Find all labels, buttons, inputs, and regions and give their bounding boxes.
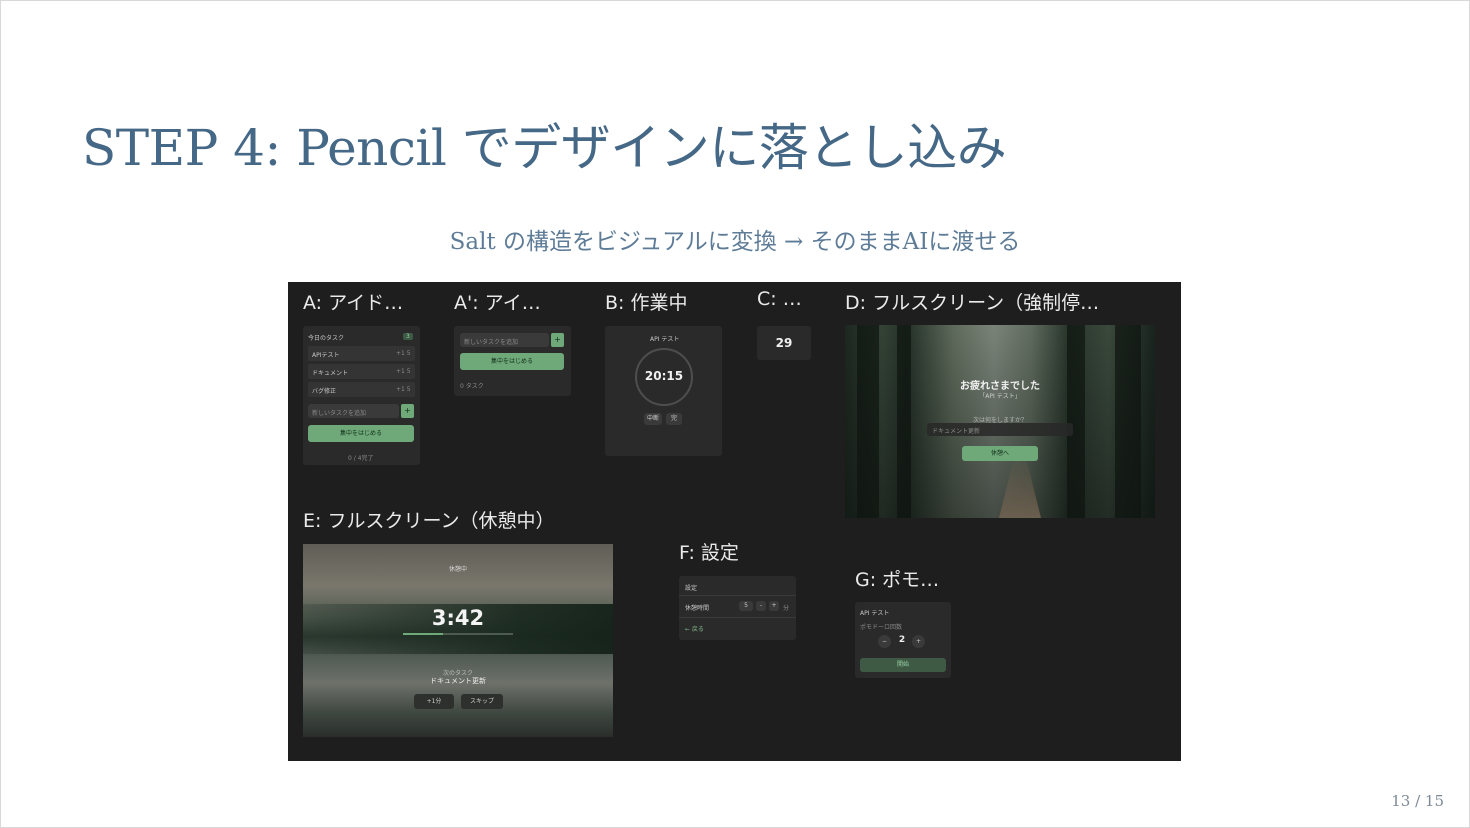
mini-timer-value: 29 (775, 336, 793, 350)
frame-a-card[interactable]: 今日のタスク 3 APIテスト +1 5 ドキュメント +1 5 バグ修正 +1… (303, 326, 420, 465)
divider (679, 617, 796, 618)
current-task-name: API テスト (650, 336, 680, 343)
completion-text: 0 / 4完了 (348, 455, 374, 462)
lake-background-image: 休憩中 3:42 次のタスク ドキュメント更新 +1分 スキップ (303, 544, 613, 737)
next-task-placeholder: ドキュメント更新 (932, 428, 981, 435)
stepper-increment[interactable]: + (769, 601, 779, 611)
task-count-text: 0 タスク (460, 383, 484, 390)
start-focus-button[interactable]: 集中をはじめる (460, 353, 564, 370)
break-status: 休憩中 (448, 566, 467, 573)
frame-g-label: G: ポモ… (855, 569, 940, 591)
task-count-badge: 3 (403, 333, 413, 340)
frame-a-label: A: アイド… (303, 292, 404, 314)
back-link[interactable]: ← 戻る (685, 624, 704, 633)
design-canvas: A: アイド… 今日のタスク 3 APIテスト +1 5 ドキュメント +1 5… (288, 282, 1181, 761)
slide-subtitle: Salt の構造をビジュアルに変換 → そのままAIに渡せる (449, 229, 1021, 255)
unit-label: 分 (783, 605, 790, 612)
task-meta: +1 5 (396, 386, 411, 393)
task-list-header: 今日のタスク (308, 335, 345, 342)
skip-button[interactable]: スキップ (461, 694, 503, 709)
break-timer: 3:42 (431, 606, 485, 630)
add-task-button[interactable]: + (551, 333, 564, 347)
task-name: バグ修正 (312, 388, 337, 395)
new-task-input[interactable]: 新しいタスクを追加 (308, 404, 399, 418)
start-focus-button[interactable]: 集中をはじめる (308, 425, 414, 442)
pomodoro-count-value: 2 (898, 635, 906, 645)
count-decrement[interactable]: − (878, 635, 891, 648)
start-pomodoro-button[interactable]: 開始 (860, 658, 946, 672)
task-name: APIテスト (312, 352, 340, 359)
go-to-break-button[interactable]: 休憩へ (962, 446, 1038, 461)
divider (679, 595, 796, 596)
next-task-input[interactable]: ドキュメント更新 (927, 423, 1073, 436)
pomodoro-count-label: ポモドーロ回数 (860, 624, 903, 631)
forest-background-image: お疲れさまでした 「API テスト」 次は何をしますか？ ドキュメント更新 休憩… (845, 325, 1155, 518)
task-row[interactable]: バグ修正 +1 5 (308, 382, 415, 397)
page-indicator: 13 / 15 (1391, 792, 1444, 810)
task-row[interactable]: APIテスト +1 5 (308, 346, 415, 361)
complete-button[interactable]: 完 (666, 413, 682, 425)
new-task-input[interactable]: 新しいタスクを追加 (460, 333, 549, 347)
frame-a2-card[interactable]: 新しいタスクを追加 + 集中をはじめる 0 タスク (454, 326, 571, 396)
frame-f-card[interactable]: 設定 休憩時間 5 - + 分 ← 戻る (679, 576, 796, 640)
frame-b-card[interactable]: API テスト 20:15 中断 完 (605, 326, 722, 456)
task-meta: +1 5 (396, 350, 411, 357)
frame-f-label: F: 設定 (679, 542, 739, 564)
stepper-decrement[interactable]: - (756, 601, 766, 611)
task-name: ドキュメント (312, 370, 349, 377)
break-progress-fill (403, 633, 443, 635)
task-meta: +1 5 (396, 368, 411, 375)
finished-task: 「API テスト」 (979, 393, 1021, 400)
settings-header: 設定 (685, 585, 698, 592)
task-row[interactable]: ドキュメント +1 5 (308, 364, 415, 379)
frame-e-label: E: フルスクリーン（休憩中） (303, 510, 555, 532)
add-task-button[interactable]: + (401, 404, 414, 418)
stepper-value: 5 (739, 601, 753, 611)
next-task-name: ドキュメント更新 (430, 677, 486, 685)
add-minute-button[interactable]: +1分 (414, 694, 454, 709)
break-heading: お疲れさまでした (960, 381, 1040, 392)
frame-b-label: B: 作業中 (605, 292, 688, 314)
interrupt-button[interactable]: 中断 (644, 413, 662, 425)
break-duration-label: 休憩時間 (685, 605, 710, 612)
new-task-placeholder: 新しいタスクを追加 (312, 410, 367, 417)
pomodoro-task: API テスト (860, 610, 890, 617)
frame-g-card[interactable]: API テスト ポモドーロ回数 − 2 + 開始 (855, 602, 951, 678)
frame-a2-label: A': アイ… (454, 292, 541, 314)
new-task-placeholder: 新しいタスクを追加 (464, 339, 519, 346)
slide-title: STEP 4: Pencil でデザインに落とし込み (82, 119, 1007, 177)
frame-d-label: D: フルスクリーン（強制停… (845, 292, 1100, 314)
frame-c-card[interactable]: 29 (757, 326, 811, 360)
count-increment[interactable]: + (912, 635, 925, 648)
timer-display: 20:15 (644, 369, 684, 383)
frame-c-label: C: … (757, 288, 802, 310)
